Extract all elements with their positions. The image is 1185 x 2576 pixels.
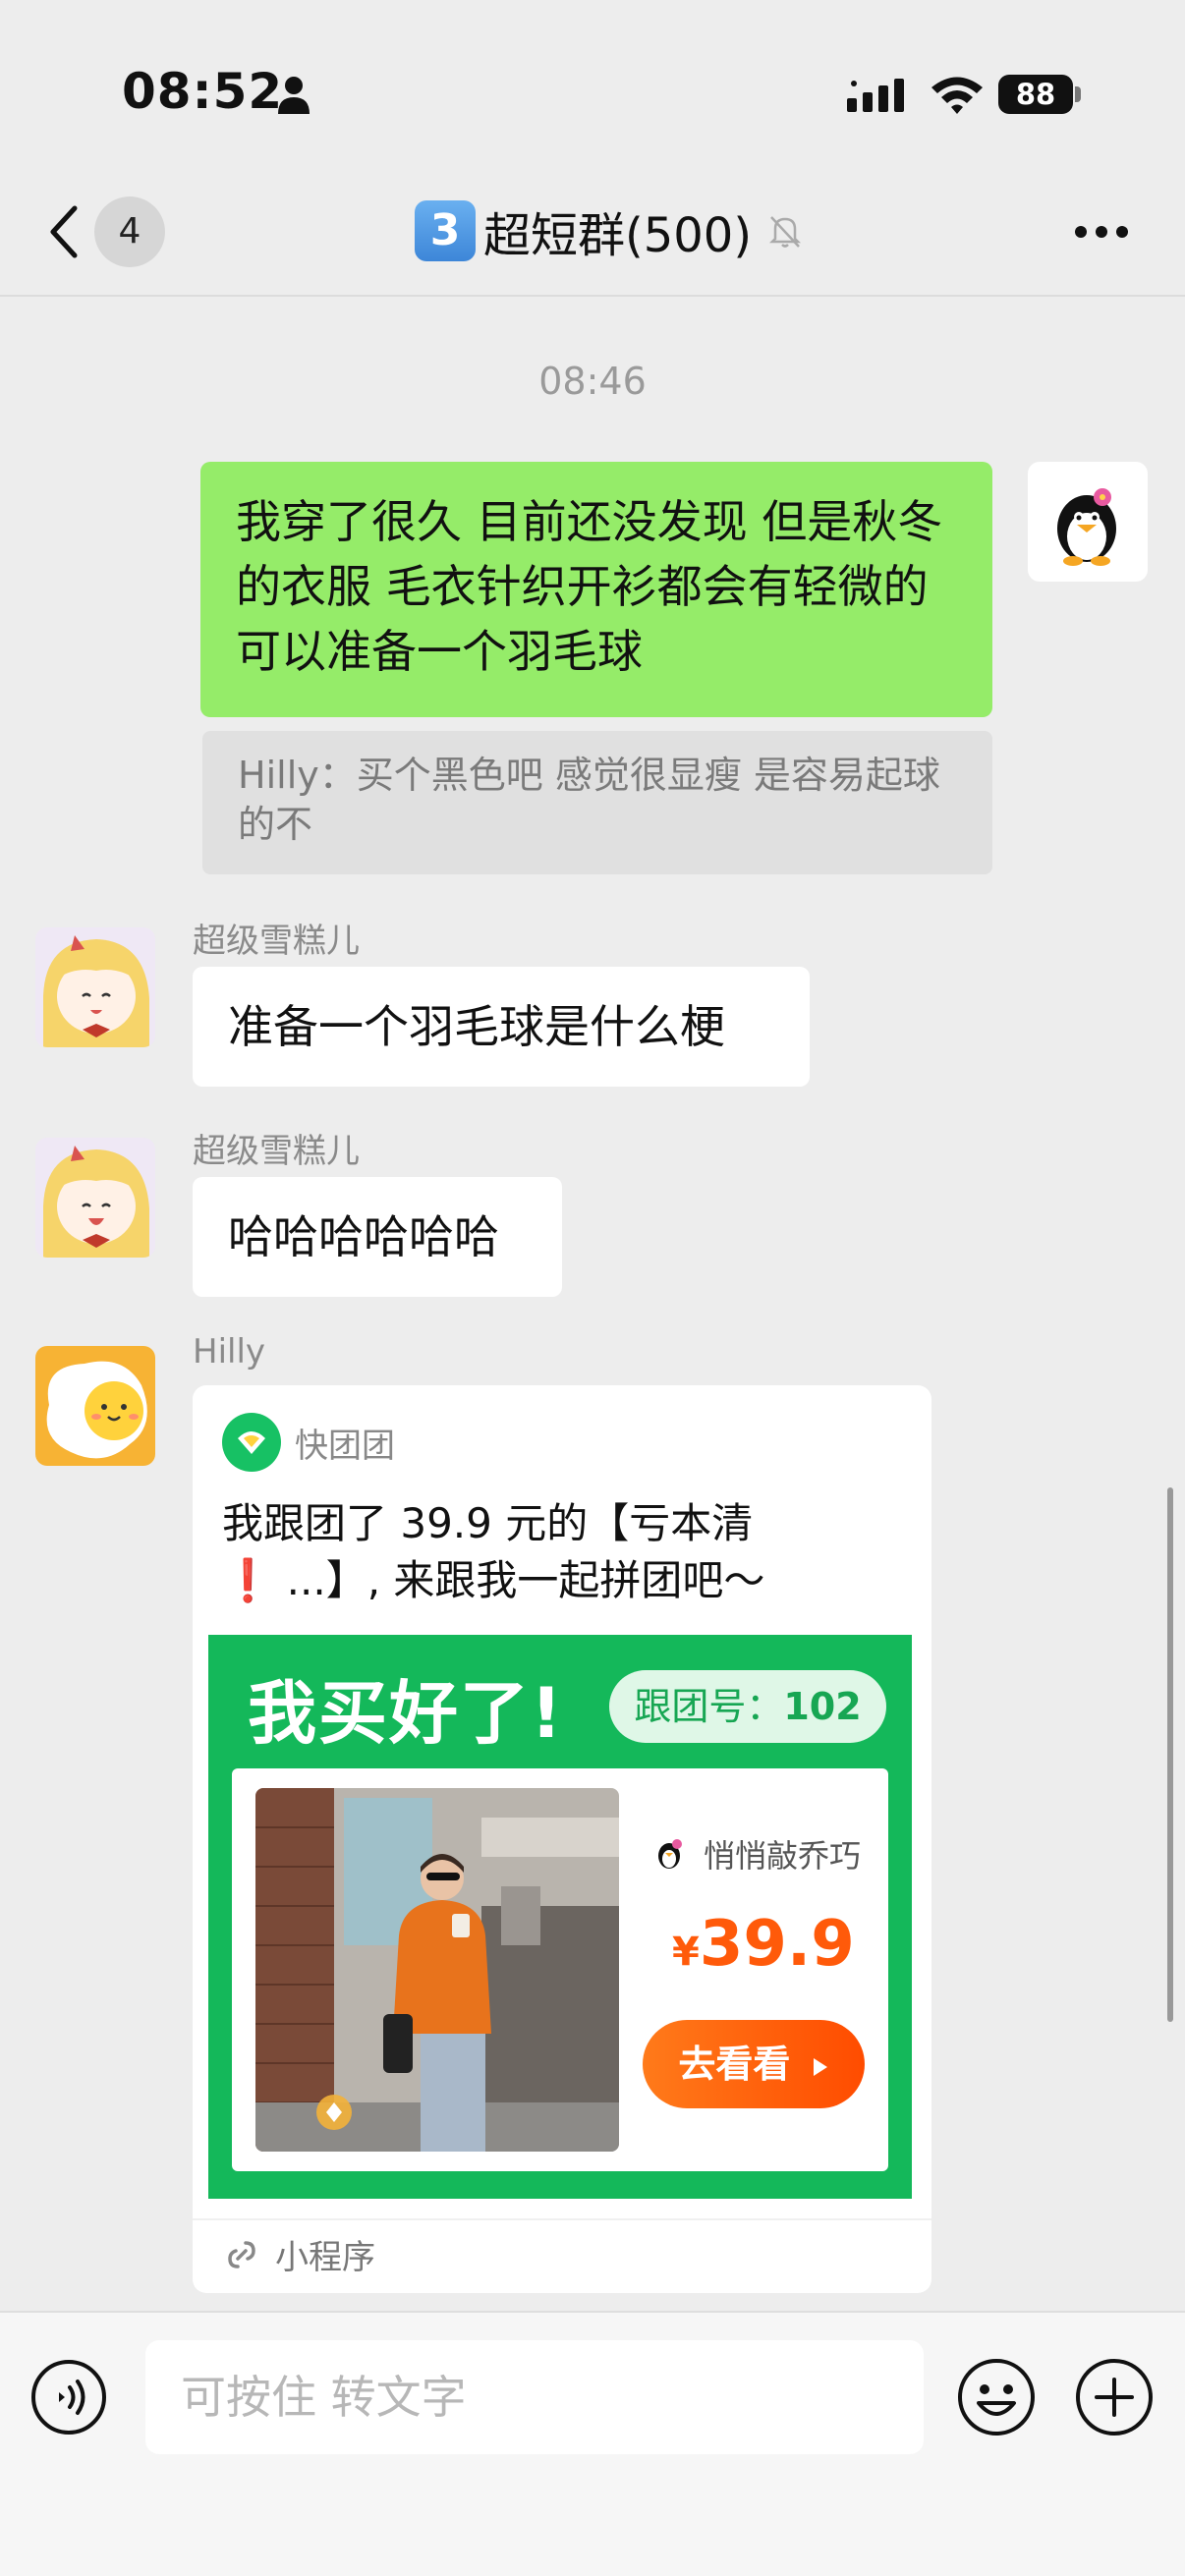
person-icon bbox=[278, 77, 310, 114]
status-bar: 08:52 88 bbox=[0, 0, 1185, 187]
nav-bar: 4 3 超短群(500) bbox=[0, 187, 1185, 297]
view-button[interactable]: 去看看 bbox=[643, 2020, 865, 2108]
group-number: 102 bbox=[783, 1685, 862, 1728]
chat-title[interactable]: 3 超短群(500) bbox=[415, 196, 805, 265]
mini-program-header: 快团团 bbox=[222, 1413, 395, 1472]
wifi-icon bbox=[931, 77, 983, 114]
play-arrow-icon bbox=[813, 2058, 827, 2076]
product-price: ¥39.9 bbox=[672, 1908, 855, 1981]
seller-name: 悄悄敲乔巧 bbox=[704, 1837, 862, 1875]
message-timestamp: 08:46 bbox=[538, 360, 647, 403]
product-image[interactable] bbox=[255, 1788, 619, 2152]
link-icon bbox=[228, 2240, 255, 2268]
mini-program-name: 快团团 bbox=[295, 1426, 395, 1466]
voice-icon[interactable] bbox=[29, 2358, 108, 2436]
price-symbol: ¥ bbox=[672, 1930, 700, 1975]
card-description-line: 我跟团了 39.9 元的【亏本清 bbox=[222, 1499, 754, 1547]
card-divider bbox=[193, 2218, 931, 2220]
message-bubble-incoming[interactable]: 哈哈哈哈哈哈 bbox=[193, 1177, 562, 1297]
sender-avatar[interactable] bbox=[35, 927, 155, 1047]
promo-banner[interactable]: 我买好了! 跟团号：102 悄悄敲乔巧 ¥39.9 去看看 bbox=[208, 1635, 912, 2199]
group-name: 超短群(500) bbox=[483, 208, 753, 263]
fried-egg-avatar-icon bbox=[35, 1346, 155, 1466]
card-description: 我跟团了 39.9 元的【亏本清 ❗ ...】, 来跟我一起拼团吧～ bbox=[222, 1495, 910, 1609]
product-panel: 悄悄敲乔巧 ¥39.9 去看看 bbox=[232, 1768, 888, 2171]
muted-bell-icon bbox=[769, 216, 802, 248]
back-icon[interactable] bbox=[45, 202, 85, 261]
sender-name: 超级雪糕儿 bbox=[193, 1132, 360, 1171]
sender-avatar[interactable] bbox=[35, 1138, 155, 1258]
message-text: 哈哈哈哈哈哈 bbox=[228, 1210, 499, 1263]
anime-girl-avatar-icon bbox=[35, 1138, 155, 1258]
message-bubble-incoming[interactable]: 准备一个羽毛球是什么梗 bbox=[193, 967, 810, 1087]
price-value: 39.9 bbox=[699, 1908, 855, 1981]
anime-girl-avatar-icon bbox=[35, 927, 155, 1047]
group-label: 跟团号： bbox=[634, 1685, 784, 1728]
scrollbar[interactable] bbox=[1167, 1487, 1173, 2022]
quoted-message[interactable]: Hilly：买个黑色吧 感觉很显瘦 是容易起球的不 bbox=[202, 731, 992, 874]
plus-icon[interactable] bbox=[1073, 2356, 1156, 2438]
message-input[interactable]: 可按住 转文字 bbox=[145, 2340, 924, 2454]
group-number-pill: 跟团号：102 bbox=[609, 1670, 886, 1743]
sender-name: Hilly bbox=[193, 1332, 266, 1372]
penguin-icon bbox=[1057, 488, 1116, 566]
self-avatar[interactable] bbox=[1028, 462, 1148, 582]
signal-icon bbox=[847, 79, 904, 112]
sender-avatar[interactable] bbox=[35, 1346, 155, 1466]
mini-program-label: 小程序 bbox=[275, 2238, 375, 2277]
view-button-label: 去看看 bbox=[678, 2043, 791, 2086]
battery-tip bbox=[1075, 86, 1081, 102]
emoji-icon[interactable] bbox=[955, 2356, 1038, 2438]
seller-row: 悄悄敲乔巧 bbox=[650, 1831, 861, 1876]
unread-badge[interactable]: 4 bbox=[94, 196, 165, 267]
message-bubble-outgoing[interactable]: 我穿了很久 目前还没发现 但是秋冬的衣服 毛衣针织开衫都会有轻微的 可以准备一个… bbox=[200, 462, 992, 717]
more-icon[interactable] bbox=[1073, 224, 1130, 240]
message-text: 我穿了很久 目前还没发现 但是秋冬的衣服 毛衣针织开衫都会有轻微的 可以准备一个… bbox=[236, 495, 943, 678]
keycap-number-icon: 3 bbox=[415, 200, 476, 261]
card-description-line: ❗ ...】, 来跟我一起拼团吧～ bbox=[222, 1556, 765, 1604]
battery-indicator: 88 bbox=[998, 75, 1073, 114]
mini-program-footer: 小程序 bbox=[222, 2230, 375, 2278]
seller-penguin-icon bbox=[658, 1839, 682, 1869]
message-text: 准备一个羽毛球是什么梗 bbox=[228, 1000, 725, 1053]
input-bar: 可按住 转文字 bbox=[0, 2311, 1185, 2576]
kuaituantuan-logo-icon bbox=[222, 1413, 281, 1472]
promo-title: 我买好了! bbox=[248, 1673, 564, 1754]
mini-program-card[interactable]: 快团团 我跟团了 39.9 元的【亏本清 ❗ ...】, 来跟我一起拼团吧～ 我… bbox=[193, 1385, 931, 2293]
status-time: 08:52 bbox=[122, 63, 284, 120]
sender-name: 超级雪糕儿 bbox=[193, 922, 360, 961]
quoted-text: Hilly：买个黑色吧 感觉很显瘦 是容易起球的不 bbox=[238, 754, 940, 846]
